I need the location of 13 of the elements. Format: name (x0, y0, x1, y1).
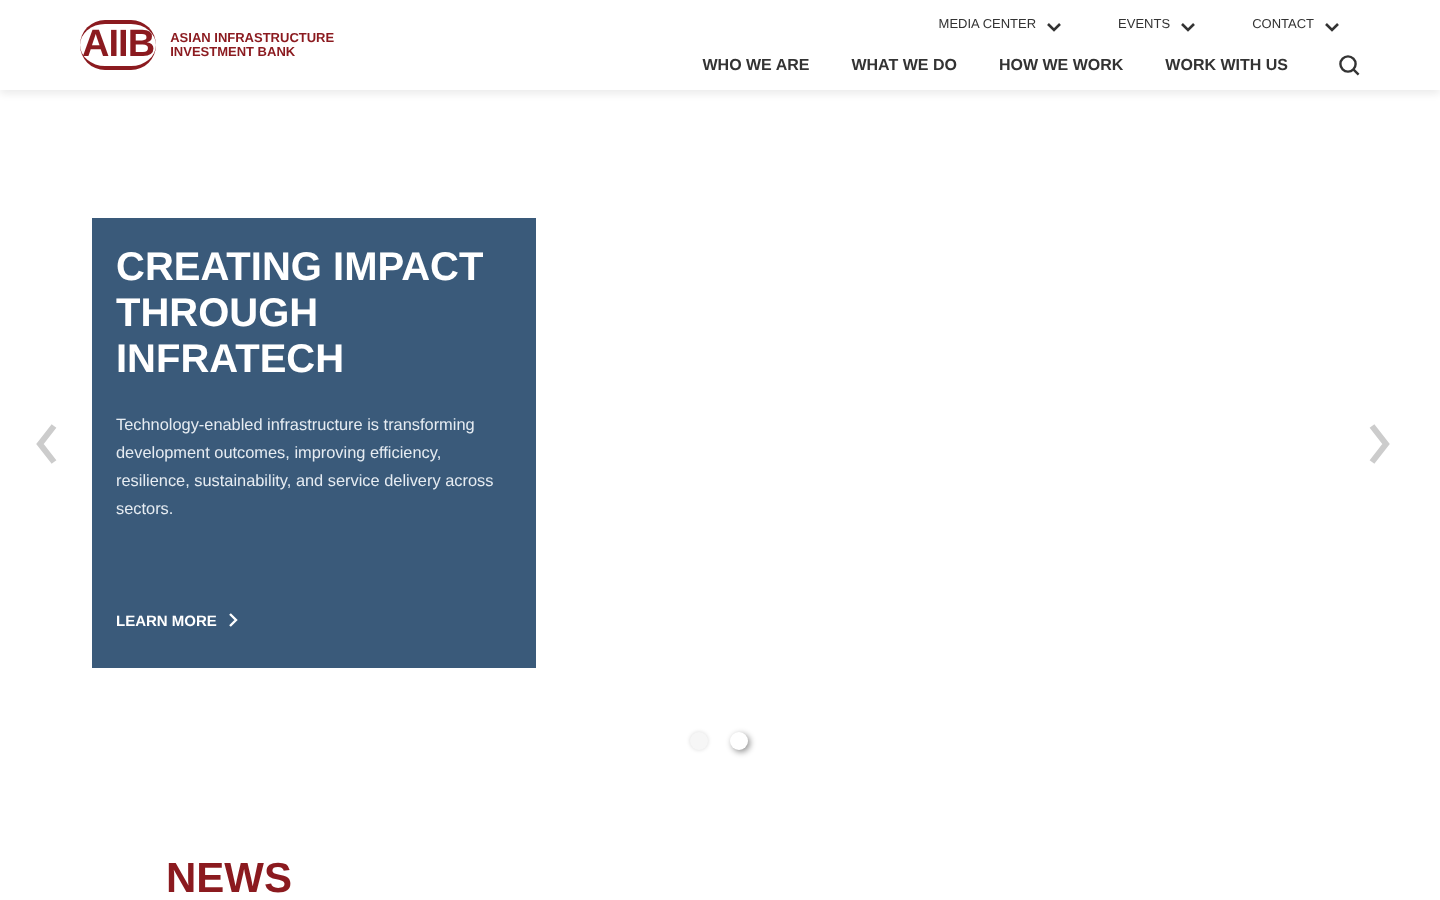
hero-title: CREATING IMPACT THROUGH INFRATECH (116, 246, 486, 384)
main-nav-link[interactable]: WHAT WE DO (851, 53, 957, 78)
hero-description: Technology-enabled infrastructure is transforming development outcomes, improving efficiency, resilience, sustainability, and service delivery across sectors. (116, 414, 496, 522)
main-nav-link[interactable]: WHO WE ARE (702, 53, 810, 78)
logo-mark[interactable]: AIIB (80, 20, 157, 70)
news-heading: NEWS (166, 858, 294, 900)
chevron-right-icon (228, 612, 239, 629)
caret-icon (1324, 21, 1340, 31)
caret-icon (1180, 21, 1197, 31)
caret-icon (1046, 21, 1063, 31)
search-icon[interactable] (1338, 54, 1360, 77)
main-nav-link[interactable]: HOW WE WORK (998, 53, 1124, 78)
main-nav-link[interactable]: WORK WITH US (1165, 53, 1288, 78)
